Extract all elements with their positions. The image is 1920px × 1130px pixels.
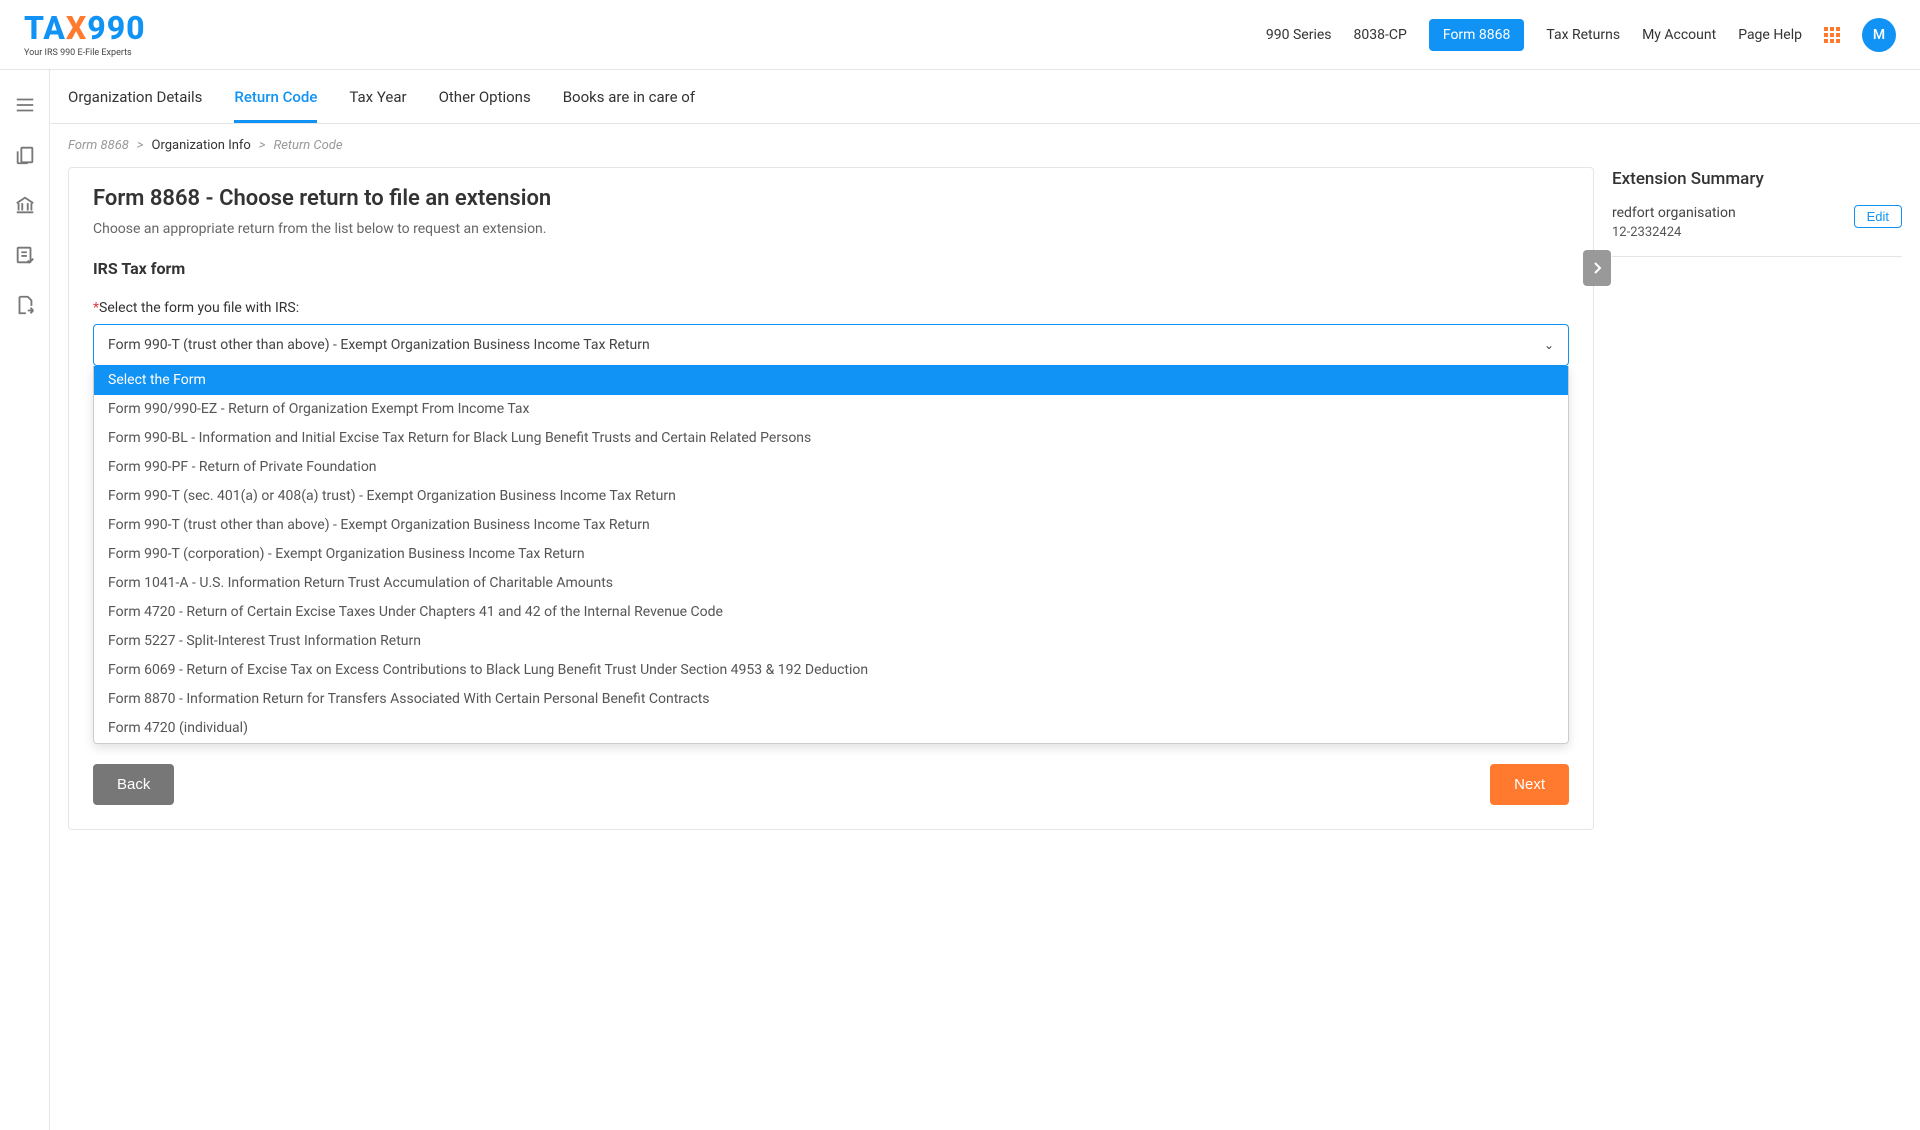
form-select-dropdown: Select the Form Form 990/990-EZ - Return… [93, 366, 1569, 744]
card-description: Choose an appropriate return from the li… [93, 221, 1569, 237]
select-option[interactable]: Form 990-PF - Return of Private Foundati… [94, 453, 1568, 482]
crumb-leaf: Return Code [273, 138, 342, 153]
summary-org-name: redfort organisation [1612, 205, 1736, 221]
select-option[interactable]: Form 4720 - Return of Certain Excise Tax… [94, 598, 1568, 627]
select-option[interactable]: Form 1041-A - U.S. Information Return Tr… [94, 569, 1568, 598]
logo-x: X [66, 9, 87, 47]
crumb-sep: > [259, 138, 266, 153]
tab-books-care-of[interactable]: Books are in care of [563, 88, 695, 123]
section-label: IRS Tax form [93, 259, 1569, 278]
crumb-org-info[interactable]: Organization Info [152, 138, 251, 153]
extension-summary: Extension Summary redfort organisation 1… [1612, 167, 1902, 830]
crumb-sep: > [137, 138, 144, 153]
top-nav: 990 Series 8038-CP Form 8868 Tax Returns… [1266, 18, 1896, 52]
field-label-text: Select the form you file with IRS: [99, 300, 299, 316]
tab-return-code[interactable]: Return Code [234, 88, 317, 123]
crumb-root[interactable]: Form 8868 [68, 138, 129, 153]
chevron-down-icon: ⌄ [1544, 338, 1554, 352]
nav-my-account[interactable]: My Account [1642, 27, 1716, 43]
apps-grid-icon[interactable] [1824, 27, 1840, 43]
breadcrumb: Form 8868 > Organization Info > Return C… [50, 124, 1920, 167]
logo-text: TAX990 [24, 12, 146, 44]
shell: Organization Details Return Code Tax Yea… [0, 70, 1920, 1130]
file-export-icon[interactable] [14, 294, 36, 316]
main: Organization Details Return Code Tax Yea… [50, 70, 1920, 1130]
sub-tabs: Organization Details Return Code Tax Yea… [50, 70, 1920, 124]
select-value: Form 990-T (trust other than above) - Ex… [108, 337, 650, 353]
summary-ein: 12-2332424 [1612, 225, 1736, 240]
card-footer: Back Next [93, 744, 1569, 805]
tab-tax-year[interactable]: Tax Year [349, 88, 406, 123]
summary-title: Extension Summary [1612, 169, 1902, 189]
chevron-right-icon [1592, 261, 1602, 275]
form-select[interactable]: Form 990-T (trust other than above) - Ex… [93, 324, 1569, 366]
menu-icon[interactable] [14, 94, 36, 116]
edit-button[interactable]: Edit [1854, 205, 1902, 228]
select-option[interactable]: Select the Form [94, 366, 1568, 395]
select-option[interactable]: Form 4720 (individual) [94, 714, 1568, 743]
logo[interactable]: TAX990 Your IRS 990 E-File Experts [24, 12, 146, 58]
avatar[interactable]: M [1862, 18, 1896, 52]
select-option[interactable]: Form 990/990-EZ - Return of Organization… [94, 395, 1568, 424]
left-rail [0, 70, 50, 1130]
nav-form-8868[interactable]: Form 8868 [1429, 19, 1525, 51]
copy-file-icon[interactable] [14, 144, 36, 166]
next-button[interactable]: Next [1490, 764, 1569, 805]
summary-row: redfort organisation 12-2332424 Edit [1612, 205, 1902, 257]
select-option[interactable]: Form 990-T (trust other than above) - Ex… [94, 511, 1568, 540]
card-title: Form 8868 - Choose return to file an ext… [93, 186, 1569, 211]
nav-tax-returns[interactable]: Tax Returns [1546, 27, 1620, 43]
top-bar: TAX990 Your IRS 990 E-File Experts 990 S… [0, 0, 1920, 70]
content-card: Form 8868 - Choose return to file an ext… [68, 167, 1594, 830]
field-label: *Select the form you file with IRS: [93, 300, 1569, 316]
select-option[interactable]: Form 990-BL - Information and Initial Ex… [94, 424, 1568, 453]
tab-other-options[interactable]: Other Options [439, 88, 531, 123]
tab-organization-details[interactable]: Organization Details [68, 88, 202, 123]
logo-part2: 990 [87, 9, 145, 47]
bank-icon[interactable] [14, 194, 36, 216]
note-check-icon[interactable] [14, 244, 36, 266]
select-option[interactable]: Form 990-T (sec. 401(a) or 408(a) trust)… [94, 482, 1568, 511]
select-option[interactable]: Form 5227 - Split-Interest Trust Informa… [94, 627, 1568, 656]
logo-part1: TA [24, 9, 66, 47]
select-option[interactable]: Form 6069 - Return of Excise Tax on Exce… [94, 656, 1568, 685]
nav-8038-cp[interactable]: 8038-CP [1354, 27, 1407, 43]
select-option[interactable]: Form 8870 - Information Return for Trans… [94, 685, 1568, 714]
select-option[interactable]: Form 990-T (corporation) - Exempt Organi… [94, 540, 1568, 569]
back-button[interactable]: Back [93, 764, 174, 805]
content-wrap: Form 8868 - Choose return to file an ext… [50, 167, 1920, 830]
logo-subtitle: Your IRS 990 E-File Experts [24, 48, 146, 58]
collapse-handle[interactable] [1583, 250, 1611, 286]
nav-990-series[interactable]: 990 Series [1266, 27, 1332, 43]
nav-page-help[interactable]: Page Help [1738, 27, 1802, 43]
